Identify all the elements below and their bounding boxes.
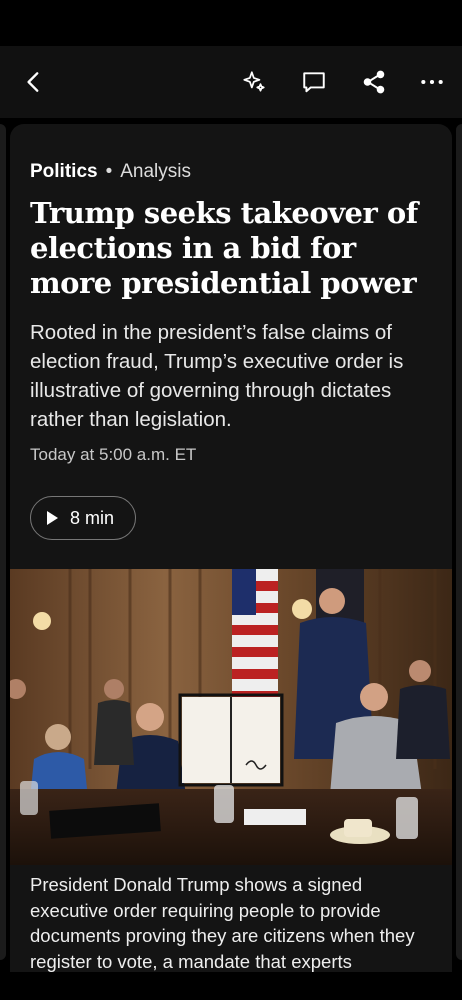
status-bar	[0, 0, 462, 46]
share-button[interactable]	[356, 64, 392, 100]
previous-card-edge[interactable]	[0, 124, 6, 960]
comment-icon	[303, 72, 325, 93]
more-icon	[421, 79, 443, 85]
ai-summary-button[interactable]	[236, 64, 272, 100]
article-label: Analysis	[120, 161, 191, 182]
next-card-edge[interactable]	[456, 124, 462, 960]
back-button[interactable]	[16, 64, 52, 100]
article-photo[interactable]	[10, 569, 452, 865]
back-icon	[27, 72, 39, 92]
more-options-button[interactable]	[414, 64, 450, 100]
play-icon	[47, 511, 58, 525]
bottom-system-bar	[0, 972, 462, 1000]
ai-sparkle-icon	[243, 71, 265, 92]
section-link[interactable]: Politics	[30, 161, 98, 182]
article-dek: Rooted in the president’s false claims o…	[30, 321, 404, 431]
article-kicker: Politics • Analysis	[30, 160, 191, 184]
kicker-separator: •	[105, 161, 113, 182]
article-card[interactable]: Politics • Analysis Trump seeks takeover o…	[10, 124, 452, 1000]
comments-button[interactable]	[296, 64, 332, 100]
top-toolbar	[0, 46, 462, 118]
audio-duration: 8 min	[70, 507, 115, 528]
listen-audio-button[interactable]: 8 min	[30, 496, 136, 540]
share-icon	[363, 70, 385, 94]
article-timestamp: Today at 5:00 a.m. ET	[30, 445, 197, 464]
photo-caption: President Donald Trump shows a signed ex…	[30, 874, 415, 972]
article-photo-image	[10, 569, 452, 865]
article-headline: Trump seeks takeover of elections in a b…	[30, 196, 418, 300]
